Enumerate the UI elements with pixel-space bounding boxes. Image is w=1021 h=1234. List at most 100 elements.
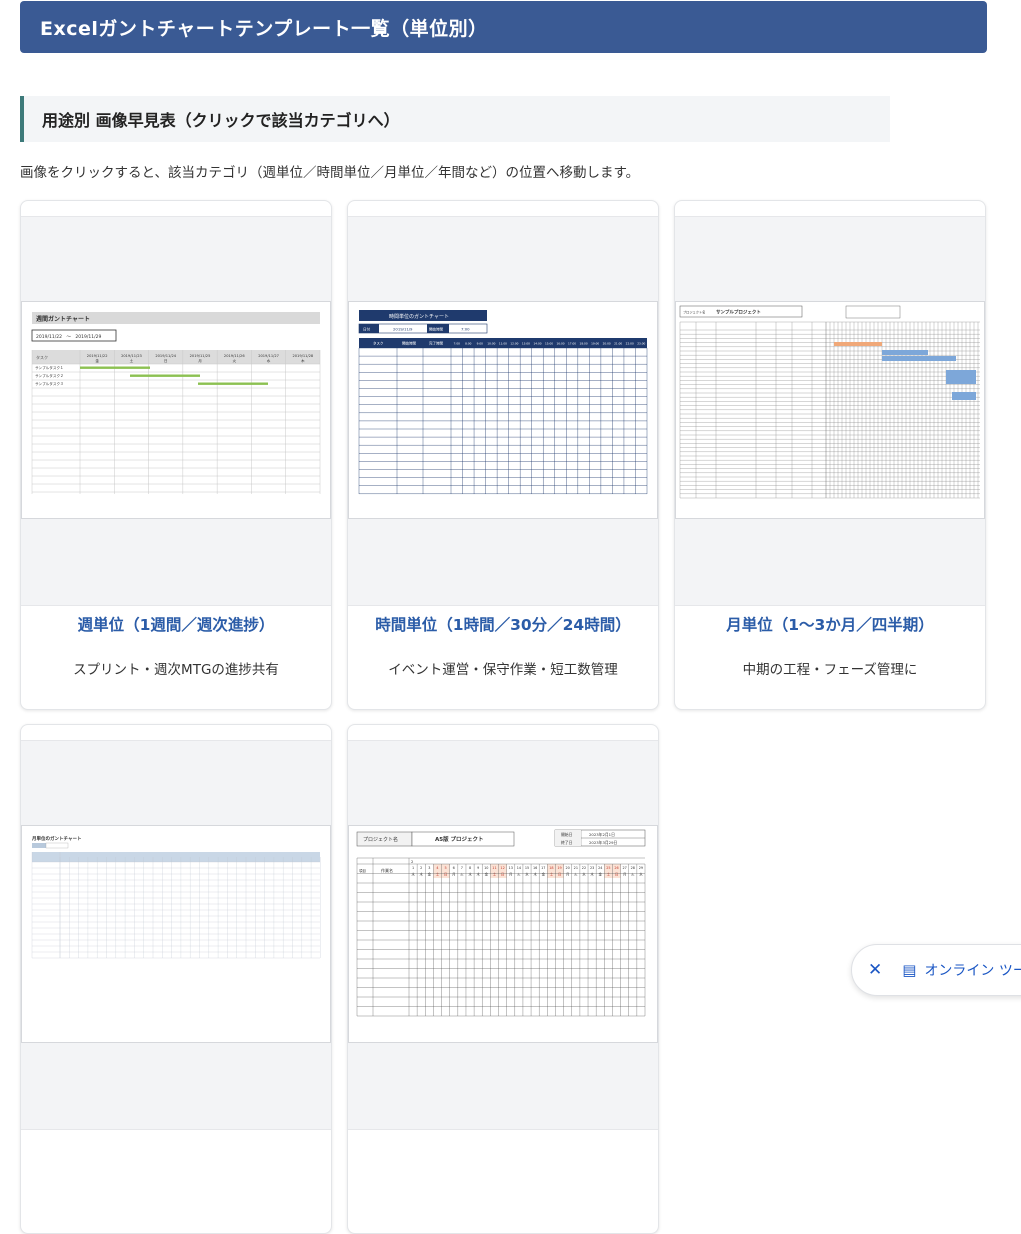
- weekday-label: 火: [232, 358, 236, 363]
- hour-label: 11:00: [499, 342, 507, 346]
- weekday-label: 金: [542, 872, 546, 877]
- date-label: 2019/11/27: [258, 354, 279, 358]
- hour-label: 12:00: [510, 342, 518, 346]
- day-label: 27: [622, 866, 626, 870]
- gantt-bar: [952, 392, 976, 400]
- document-icon: ▤: [902, 961, 917, 979]
- online-tools-popup[interactable]: ✕ ▤ オンライン ツール: [851, 944, 1021, 996]
- weekly-heading: 週間ガントチャート: [36, 315, 90, 323]
- weekday-label: 土: [130, 358, 134, 363]
- hour-label: 20:00: [603, 342, 611, 346]
- card-thumbnail[interactable]: プロジェクト名 A5版 プロジェクト 開始日 2023年2月1日 終了日 202…: [348, 740, 658, 1130]
- a5-month: 2: [411, 859, 414, 864]
- close-icon[interactable]: ✕: [868, 960, 882, 980]
- card-monthly[interactable]: プロジェクト名 サンプルプロジェクト 月単位（1〜3か月／四半期） 中期の工程・…: [674, 200, 986, 710]
- card-thumbnail[interactable]: 時間単位のガントチャート 日付 2019/11/9 開始時間 7:00 タスク …: [348, 216, 658, 606]
- date-label: 2019/11/22: [87, 354, 108, 358]
- day-label: 17: [541, 866, 545, 870]
- hour-label: 17:00: [568, 342, 576, 346]
- card-description: イベント運営・保守作業・短工数管理: [388, 662, 618, 678]
- day-label: 2: [420, 866, 422, 870]
- date-label: 2019/11/24: [155, 354, 176, 358]
- weekday-label: 金: [428, 872, 432, 877]
- day-label: 4: [436, 866, 438, 870]
- page-title: Excelガントチャートテンプレート一覧（単位別）: [40, 17, 488, 40]
- weekday-label: 水: [468, 872, 472, 877]
- weekday-label: 日: [558, 873, 561, 877]
- weekday-label: 水: [582, 872, 586, 877]
- weekday-label: 日: [164, 359, 168, 363]
- day-label: 26: [614, 866, 618, 870]
- weekday-label: 日: [501, 873, 504, 877]
- weekday-label: 水: [267, 358, 271, 363]
- a5-start-value: 2023年2月1日: [589, 832, 615, 837]
- monthly-detail-heading: 月単位のガントチャート: [31, 835, 81, 842]
- thumbnail-sheet: 時間単位のガントチャート 日付 2019/11/9 開始時間 7:00 タスク …: [348, 301, 658, 519]
- hour-label: 21:00: [614, 342, 622, 346]
- day-label: 28: [631, 866, 635, 870]
- gantt-bar: [946, 370, 976, 384]
- weekday-label: 日: [444, 873, 447, 877]
- weekday-label: 木: [590, 872, 594, 877]
- hourly-heading: 時間単位のガントチャート: [389, 313, 449, 320]
- day-label: 8: [469, 866, 471, 870]
- weekday-label: 月: [198, 358, 202, 363]
- card-weekly[interactable]: 週間ガントチャート 2019/11/22 ～ 2019/11/29 タスク 20…: [20, 200, 332, 710]
- weekday-label: 火: [517, 872, 521, 877]
- weekday-label: 木: [420, 872, 424, 877]
- hourly-date-label: 日付: [363, 327, 371, 332]
- hourly-col-start: 開始時間: [402, 341, 416, 346]
- card-a5-project[interactable]: プロジェクト名 A5版 プロジェクト 開始日 2023年2月1日 終了日 202…: [347, 724, 659, 1234]
- gantt-bar: [834, 342, 882, 346]
- weekday-label: 水: [525, 872, 529, 877]
- day-label: 14: [517, 866, 521, 870]
- thumbnail-sheet: 週間ガントチャート 2019/11/22 ～ 2019/11/29 タスク 20…: [21, 301, 331, 519]
- section-title: 用途別 画像早見表（クリックで該当カテゴリへ）: [42, 111, 400, 130]
- a5-project-label: プロジェクト名: [363, 836, 398, 843]
- day-label: 12: [500, 866, 504, 870]
- weekday-label: 土: [493, 872, 497, 877]
- hourly-col-task: タスク: [373, 341, 384, 346]
- weekday-label: 月: [566, 873, 569, 877]
- gantt-bar: [130, 374, 200, 377]
- card-thumbnail[interactable]: 週間ガントチャート 2019/11/22 ～ 2019/11/29 タスク 20…: [21, 216, 331, 606]
- hourly-col-end: 完了時間: [429, 341, 443, 346]
- weekday-label: 土: [436, 872, 440, 877]
- date-label: 2019/11/28: [292, 354, 313, 358]
- task-label: サンプルタスク２: [35, 373, 64, 378]
- section-header: 用途別 画像早見表（クリックで該当カテゴリへ）: [20, 96, 890, 142]
- weekday-label: 金: [485, 872, 489, 877]
- day-label: 24: [598, 866, 602, 870]
- hour-label: 13:00: [522, 342, 530, 346]
- card-monthly-detail[interactable]: 月単位のガントチャート: [20, 724, 332, 1234]
- day-label: 3: [428, 866, 430, 870]
- a5-gantt-preview: プロジェクト名 A5版 プロジェクト 開始日 2023年2月1日 終了日 202…: [356, 829, 646, 1017]
- hourly-start-label: 開始時間: [429, 327, 443, 332]
- card-hourly[interactable]: 時間単位のガントチャート 日付 2019/11/9 開始時間 7:00 タスク …: [347, 200, 659, 710]
- weekday-label: 木: [301, 358, 305, 363]
- monthly-project-label: プロジェクト名: [683, 310, 705, 315]
- thumbnail-sheet: プロジェクト名 A5版 プロジェクト 開始日 2023年2月1日 終了日 202…: [348, 825, 658, 1043]
- hour-label: 23:00: [637, 342, 645, 346]
- card-thumbnail[interactable]: プロジェクト名 サンプルプロジェクト: [675, 216, 985, 606]
- gantt-bar: [198, 382, 268, 385]
- thumbnail-sheet: 月単位のガントチャート: [21, 825, 331, 1043]
- weekday-label: 金: [599, 872, 603, 877]
- gantt-bar: [882, 350, 928, 355]
- hour-label: 9:00: [477, 342, 484, 346]
- card-title[interactable]: 時間単位（1時間／30分／24時間）: [348, 613, 658, 635]
- day-label: 6: [453, 866, 455, 870]
- weekday-label: 火: [631, 872, 635, 877]
- online-tools-label[interactable]: オンライン ツール: [924, 960, 1021, 980]
- section-description: 画像をクリックすると、該当カテゴリ（週単位／時間単位／月単位／年間など）の位置へ…: [20, 165, 640, 181]
- card-title[interactable]: 週単位（1週間／週次進捗）: [21, 613, 331, 635]
- date-label: 2019/11/26: [224, 354, 245, 358]
- weekly-range: 2019/11/22 ～ 2019/11/29: [36, 334, 102, 340]
- hour-label: 22:00: [626, 342, 634, 346]
- hour-label: 18:00: [580, 342, 588, 346]
- card-title[interactable]: 月単位（1〜3か月／四半期）: [675, 613, 985, 635]
- card-thumbnail[interactable]: 月単位のガントチャート: [21, 740, 331, 1130]
- hour-label: 7:00: [454, 342, 461, 346]
- card-description: 中期の工程・フェーズ管理に: [742, 662, 918, 678]
- day-label: 20: [566, 866, 570, 870]
